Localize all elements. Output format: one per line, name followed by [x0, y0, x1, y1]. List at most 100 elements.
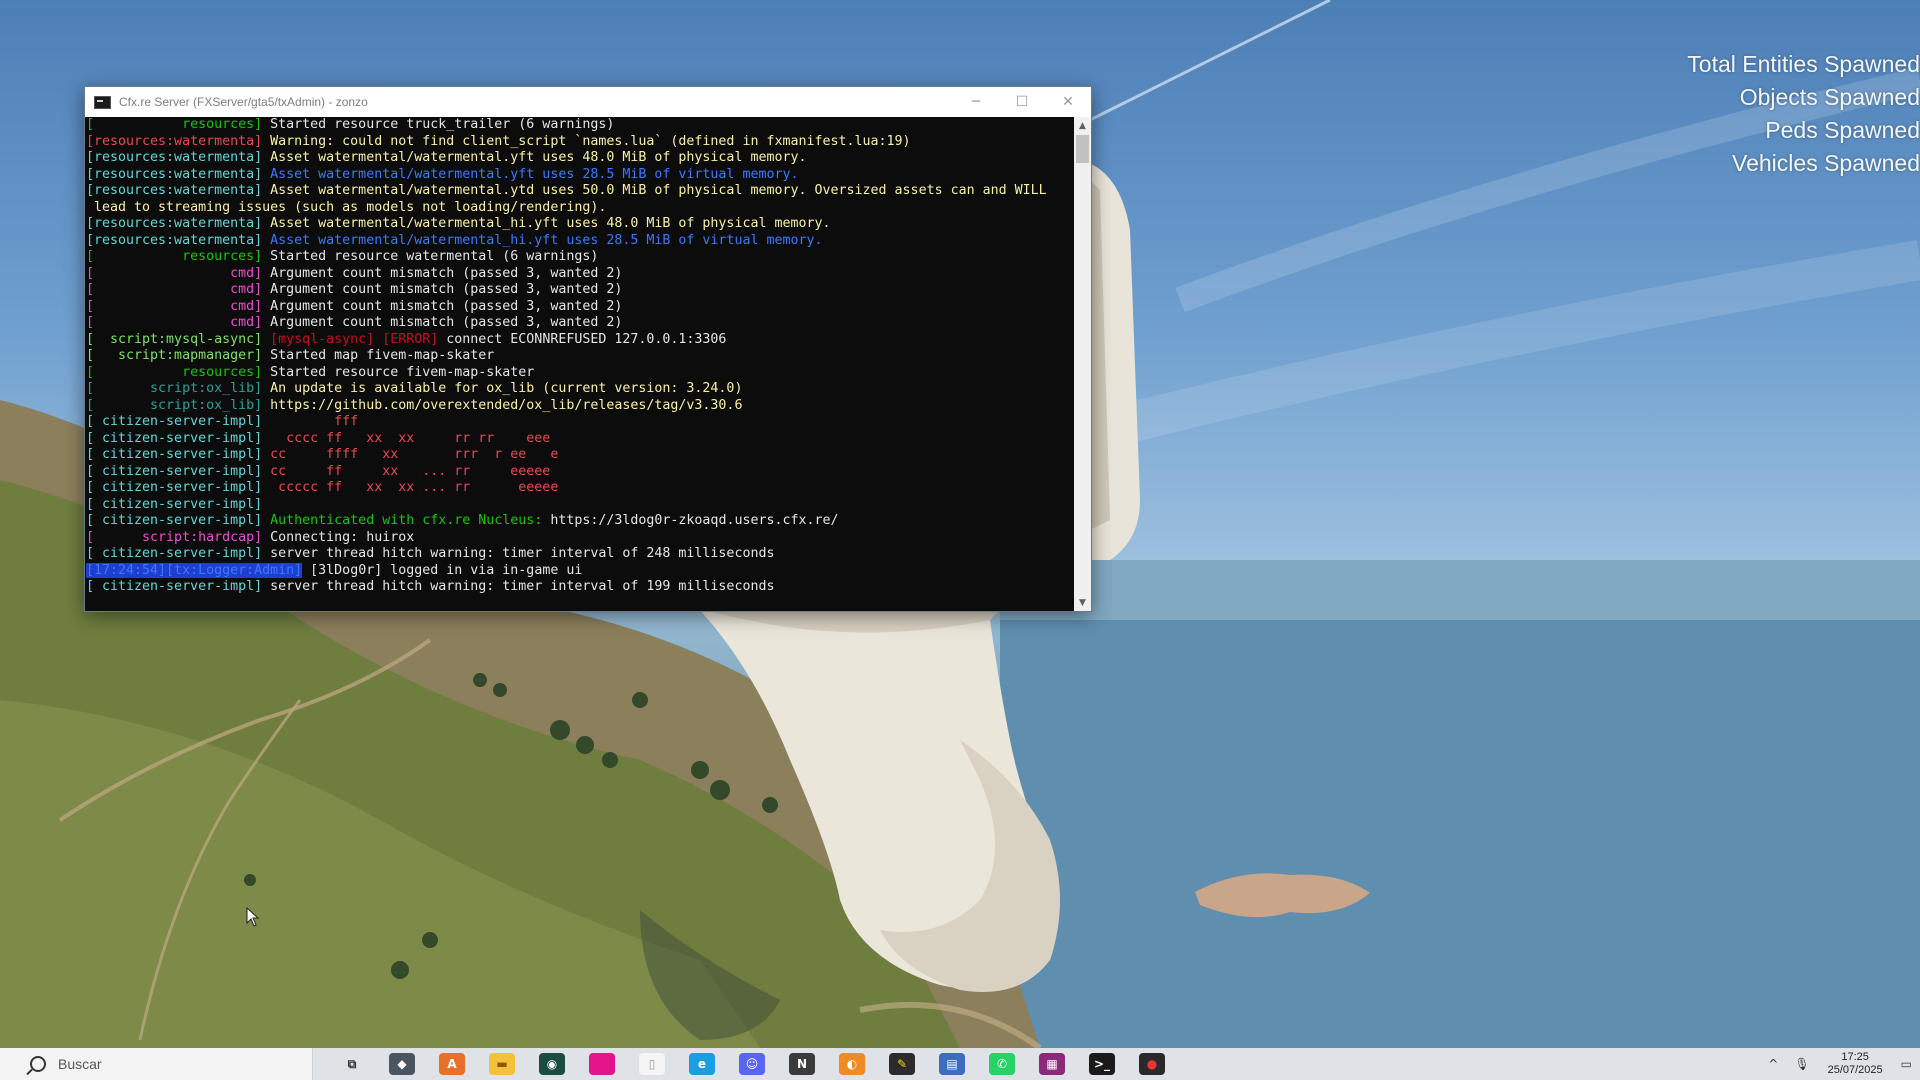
- console-line-source: [resources:watermenta]: [86, 232, 271, 248]
- console-line-message: Argument count mismatch (passed 3, wante…: [270, 282, 623, 297]
- console-line: [ resources] Started resource fivem-map-…: [86, 365, 1074, 382]
- hud-total-entities: Total Entities Spawned: [1687, 51, 1920, 77]
- console-line-source: [ citizen-server-impl]: [86, 447, 271, 462]
- console-line: [ script:mapmanager] Started map fivem-m…: [86, 348, 1074, 365]
- console-scrollbar[interactable]: ▲ ▼: [1074, 117, 1091, 611]
- console-line: lead to streaming issues (such as models…: [86, 200, 1074, 217]
- console-line-message: Argument count mismatch (passed 3, wante…: [270, 315, 623, 330]
- console-line-message: cccc ff xx xx rr rr eee: [270, 430, 551, 446]
- taskbar-app-chart-icon[interactable]: ▤: [939, 1053, 965, 1075]
- taskbar-app-doc-icon[interactable]: ▯: [639, 1053, 665, 1075]
- minimize-button[interactable]: ─: [953, 87, 999, 117]
- console-line-source: [resources:watermenta]: [86, 166, 271, 182]
- console-line-message: Started resource truck_trailer (6 warnin…: [270, 117, 615, 132]
- microphone-icon[interactable]: 🎙: [1794, 1057, 1809, 1071]
- console-line-message: Asset watermental/watermental.yft uses 2…: [270, 166, 799, 182]
- scrollbar-thumb[interactable]: [1076, 135, 1089, 163]
- console-line-source: [ cmd]: [86, 265, 271, 281]
- console-app-icon: [94, 95, 111, 109]
- server-console-window[interactable]: Cfx.re Server (FXServer/gta5/txAdmin) - …: [84, 86, 1092, 612]
- console-line-source: [ citizen-server-impl]: [86, 414, 271, 429]
- console-line-source: [ resources]: [86, 117, 271, 132]
- console-line-message: https://github.com/overextended/ox_lib/r…: [270, 397, 743, 413]
- console-line-source: [ script:ox_lib]: [86, 397, 271, 413]
- scroll-up-icon[interactable]: ▲: [1074, 117, 1091, 134]
- console-line: [ script:ox_lib] https://github.com/over…: [86, 398, 1074, 415]
- console-line-source: lead to streaming issues (such as models…: [86, 199, 607, 215]
- taskbar-app-pink-icon[interactable]: ■: [589, 1053, 615, 1075]
- console-line-message: cc ff xx ... rr eeeee: [270, 463, 551, 479]
- hud-spawn-stats: Total Entities Spawned Objects Spawned P…: [1687, 48, 1920, 180]
- console-line-message: Started resource watermental (6 warnings…: [270, 249, 599, 264]
- console-line-source: [resources:watermenta]: [86, 183, 271, 198]
- console-line-message: [mysql-async] [ERROR]: [270, 331, 447, 347]
- search-icon: [30, 1056, 46, 1072]
- hud-peds-spawned: Peds Spawned: [1765, 117, 1920, 143]
- hud-vehicles-spawned: Vehicles Spawned: [1732, 150, 1920, 176]
- console-line: [ cmd] Argument count mismatch (passed 3…: [86, 266, 1074, 283]
- console-line: [ script:ox_lib] An update is available …: [86, 381, 1074, 398]
- console-line-source: [ script:ox_lib]: [86, 381, 271, 396]
- taskbar-clock[interactable]: 17:25 25/07/2025: [1828, 1051, 1883, 1077]
- taskbar-edge-icon[interactable]: e: [689, 1053, 715, 1075]
- console-line: [ citizen-server-impl]: [86, 497, 1074, 514]
- console-line-message: An update is available for ox_lib (curre…: [270, 381, 743, 396]
- console-line: [ resources] Started resource truck_trai…: [86, 117, 1074, 134]
- console-line: [ citizen-server-impl] ccccc ff xx xx ..…: [86, 480, 1074, 497]
- console-line-source: [17:24:54][tx:Logger:Admin]: [86, 562, 303, 578]
- console-line-message: Started map fivem-map-skater: [270, 348, 495, 363]
- chevron-up-icon[interactable]: ^: [1768, 1057, 1778, 1071]
- scroll-down-icon[interactable]: ▼: [1074, 594, 1091, 611]
- console-line-message: server thread hitch warning: timer inter…: [270, 546, 775, 561]
- console-line-source: [resources:watermenta]: [86, 216, 271, 231]
- close-button[interactable]: ✕: [1045, 87, 1091, 117]
- console-line: [ cmd] Argument count mismatch (passed 3…: [86, 299, 1074, 316]
- system-tray: ^ 🎙 17:25 25/07/2025 ▭: [1760, 1048, 1920, 1080]
- taskbar-app-note-icon[interactable]: ✎: [889, 1053, 915, 1075]
- console-line: [resources:watermenta] Asset watermental…: [86, 150, 1074, 167]
- console-line: [resources:watermenta] Asset watermental…: [86, 167, 1074, 184]
- taskbar-apps: ⧉ ◆ A ▬ ◉ ■ ▯ e ☺ N ◐ ✎ ▤ ✆ ▦ >_ ●: [327, 1053, 1177, 1075]
- console-line-source: [ cmd]: [86, 315, 271, 330]
- taskbar-discord-icon[interactable]: ☺: [739, 1053, 765, 1075]
- console-line: [ citizen-server-impl] cc ff xx ... rr e…: [86, 464, 1074, 481]
- console-line: [ script:hardcap] Connecting: huirox: [86, 530, 1074, 547]
- clock-time: 17:25: [1841, 1051, 1869, 1063]
- maximize-button[interactable]: ☐: [999, 87, 1045, 117]
- console-output[interactable]: [ resources] Started resource truck_trai…: [85, 117, 1074, 611]
- taskbar-search[interactable]: Buscar: [0, 1048, 313, 1080]
- console-line-message: Authenticated with cfx.re Nucleus:: [270, 513, 551, 528]
- console-line: [ citizen-server-impl] server thread hit…: [86, 546, 1074, 563]
- taskbar-whatsapp-icon[interactable]: ✆: [989, 1053, 1015, 1075]
- console-line-source: [ cmd]: [86, 298, 271, 314]
- window-titlebar[interactable]: Cfx.re Server (FXServer/gta5/txAdmin) - …: [85, 87, 1091, 117]
- notification-icon[interactable]: ▭: [1901, 1057, 1912, 1071]
- console-line: [resources:watermenta] Asset watermental…: [86, 216, 1074, 233]
- console-line-source: [ resources]: [86, 249, 271, 264]
- taskbar-task-view-icon[interactable]: ⧉: [339, 1053, 365, 1075]
- console-line: [ cmd] Argument count mismatch (passed 3…: [86, 282, 1074, 299]
- taskbar-app-dark-icon[interactable]: ◉: [539, 1053, 565, 1075]
- console-line: [ resources] Started resource watermenta…: [86, 249, 1074, 266]
- taskbar: Buscar ⧉ ◆ A ▬ ◉ ■ ▯ e ☺ N ◐ ✎ ▤ ✆ ▦ >_ ● ^ 🎙 17:25 25/0…: [0, 1048, 1920, 1080]
- window-title: Cfx.re Server (FXServer/gta5/txAdmin) - …: [119, 95, 368, 109]
- console-line-message: https://3ldog0r-zkoaqd.users.cfx.re/: [550, 513, 839, 528]
- console-line: [ citizen-server-impl] Authenticated wit…: [86, 513, 1074, 530]
- taskbar-blender-icon[interactable]: ◐: [839, 1053, 865, 1075]
- console-line-source: [ script:mysql-async]: [86, 331, 271, 347]
- taskbar-file-explorer-icon[interactable]: ▬: [489, 1053, 515, 1075]
- console-line-source: [ script:hardcap]: [86, 529, 271, 545]
- console-line-source: [ resources]: [86, 364, 271, 380]
- taskbar-app-n-icon[interactable]: N: [789, 1053, 815, 1075]
- console-line-source: [ script:mapmanager]: [86, 348, 271, 363]
- taskbar-app-red-icon[interactable]: ●: [1139, 1053, 1165, 1075]
- console-line-message: connect ECONNREFUSED 127.0.0.1:3306: [446, 331, 727, 347]
- console-line-message: ccccc ff xx xx ... rr eeeee: [270, 480, 559, 495]
- taskbar-terminal-icon[interactable]: >_: [1089, 1053, 1115, 1075]
- taskbar-app-game-icon[interactable]: ◆: [389, 1053, 415, 1075]
- console-line-message: Connecting: huirox: [270, 529, 415, 545]
- search-input[interactable]: Buscar: [58, 1056, 102, 1072]
- console-line-source: [ citizen-server-impl]: [86, 496, 271, 512]
- taskbar-app-winrar-icon[interactable]: ▦: [1039, 1053, 1065, 1075]
- taskbar-app-orange-icon[interactable]: A: [439, 1053, 465, 1075]
